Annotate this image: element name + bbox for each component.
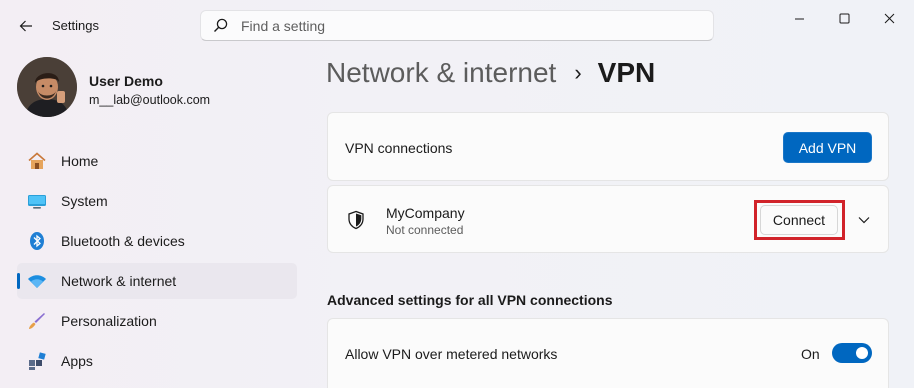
brush-icon bbox=[26, 310, 48, 332]
sidebar-item-label: Home bbox=[61, 153, 99, 169]
vpn-connection-item[interactable]: MyCompany Not connected Connect bbox=[327, 185, 889, 253]
system-icon bbox=[26, 190, 48, 212]
sidebar-item-label: Personalization bbox=[61, 313, 157, 329]
connection-name: MyCompany bbox=[386, 205, 465, 221]
shield-icon bbox=[346, 210, 366, 230]
sidebar-item-personalization[interactable]: Personalization bbox=[17, 303, 297, 339]
wifi-icon bbox=[26, 270, 48, 292]
add-vpn-button[interactable]: Add VPN bbox=[783, 132, 872, 163]
search-icon bbox=[213, 18, 229, 34]
user-name: User Demo bbox=[89, 73, 163, 89]
minimize-button[interactable] bbox=[777, 8, 821, 28]
close-button[interactable] bbox=[867, 8, 911, 28]
connect-button[interactable]: Connect bbox=[760, 205, 838, 235]
close-icon bbox=[884, 13, 894, 23]
breadcrumb: Network & internet › VPN bbox=[326, 57, 655, 89]
sidebar-item-label: Apps bbox=[61, 353, 93, 369]
maximize-icon bbox=[839, 13, 849, 23]
breadcrumb-parent[interactable]: Network & internet bbox=[326, 57, 556, 89]
metered-toggle[interactable] bbox=[832, 343, 872, 363]
sidebar-item-home[interactable]: Home bbox=[17, 143, 297, 179]
metered-label: Allow VPN over metered networks bbox=[345, 346, 558, 362]
apps-icon bbox=[26, 350, 48, 372]
page-title: VPN bbox=[597, 57, 656, 88]
chevron-down-icon[interactable] bbox=[856, 212, 872, 228]
sidebar-nav: Home System Bluetooth & devices Network … bbox=[17, 143, 297, 383]
sidebar-item-bluetooth[interactable]: Bluetooth & devices bbox=[17, 223, 297, 259]
sidebar-item-label: Network & internet bbox=[61, 273, 177, 289]
search-box[interactable] bbox=[200, 10, 714, 41]
active-indicator bbox=[17, 273, 20, 289]
toggle-knob bbox=[856, 347, 868, 359]
maximize-button[interactable] bbox=[822, 8, 866, 28]
user-email: m__lab@outlook.com bbox=[89, 93, 211, 107]
breadcrumb-separator: › bbox=[574, 60, 582, 85]
avatar[interactable] bbox=[17, 57, 77, 117]
connection-status: Not connected bbox=[386, 223, 464, 237]
app-title: Settings bbox=[52, 18, 99, 33]
section-title: Advanced settings for all VPN connection… bbox=[327, 292, 613, 308]
vpn-connections-label: VPN connections bbox=[345, 140, 453, 156]
title-bar: Settings bbox=[0, 0, 914, 50]
search-input[interactable] bbox=[241, 17, 681, 34]
sidebar-item-network[interactable]: Network & internet bbox=[17, 263, 297, 299]
sidebar-item-label: Bluetooth & devices bbox=[61, 233, 185, 249]
metered-setting-card: Allow VPN over metered networks On bbox=[327, 318, 889, 388]
sidebar-item-system[interactable]: System bbox=[17, 183, 297, 219]
bluetooth-icon bbox=[26, 230, 48, 252]
sidebar-item-label: System bbox=[61, 193, 108, 209]
back-button[interactable] bbox=[12, 12, 40, 40]
home-icon bbox=[26, 150, 48, 172]
minimize-icon bbox=[794, 18, 804, 19]
vpn-connections-card: VPN connections Add VPN bbox=[327, 112, 889, 181]
toggle-state-label: On bbox=[801, 346, 820, 362]
sidebar-item-apps[interactable]: Apps bbox=[17, 343, 297, 379]
back-arrow-icon bbox=[19, 20, 32, 32]
